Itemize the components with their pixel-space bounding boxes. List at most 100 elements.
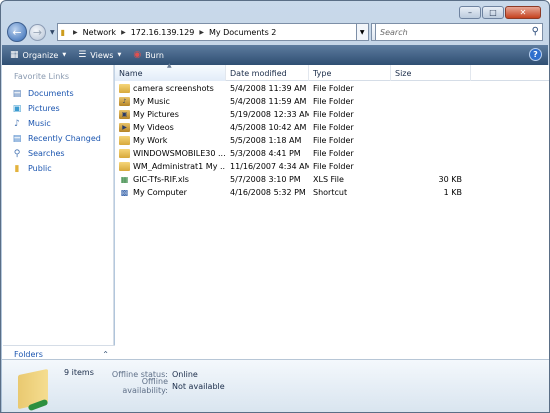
breadcrumb-host[interactable]: 172.16.139.129 [131,28,195,37]
address-dropdown-icon[interactable]: ▼ [356,23,369,41]
file-name-cell: camera screenshots [115,84,226,93]
file-type: File Folder [313,136,354,145]
column-header-date-modified[interactable]: Date modified [226,65,309,81]
file-row[interactable]: WINDOWSMOBILE30 ... 5/3/2008 4:41 PM Fil… [115,147,549,160]
file-date: 5/19/2008 12:33 AM [230,110,309,119]
forward-arrow-icon: → [32,25,43,39]
file-row[interactable]: WM_Administrat1 My ... 11/16/2007 4:34 A… [115,160,549,173]
large-folder-icon [18,368,52,412]
organize-icon: ▦ [10,50,19,60]
column-header-label: Date modified [230,68,287,78]
file-date: 5/7/2008 3:10 PM [230,175,301,184]
details-properties: Offline status: Online Offline availabil… [98,368,225,396]
file-date: 5/5/2008 1:18 AM [230,136,302,145]
file-name-cell: WINDOWSMOBILE30 ... [115,149,226,158]
navigation-row: ← → ▼ ▮ ▶ Network ▶ 172.16.139.129 ▶ My … [7,21,543,43]
file-date: 11/16/2007 4:34 AM [230,162,309,171]
help-icon: ? [533,50,538,59]
column-header-type[interactable]: Type [309,65,391,81]
burn-button[interactable]: ◉ Burn [133,50,164,60]
property-value: Not available [172,381,225,391]
favorite-link-pictures[interactable]: ▣ Pictures [11,101,101,116]
file-rows: camera screenshots 5/4/2008 11:39 AM Fil… [115,82,549,199]
file-type: File Folder [313,110,354,119]
computer-shortcut-icon: ▩ [120,188,129,197]
file-date: 4/5/2008 10:42 AM [230,123,307,132]
file-name: My Videos [133,123,174,132]
address-bar[interactable]: ▮ ▶ Network ▶ 172.16.139.129 ▶ My Docume… [56,23,357,41]
favorite-link-label: Pictures [28,104,60,113]
navigation-pane: Favorite Links ▤ Documents ▣ Pictures ♪ … [2,65,115,363]
column-header-name[interactable]: ▲ Name [115,62,226,81]
recently-changed-icon: ▤ [12,133,22,144]
music-folder-icon: ♪ [119,97,130,106]
back-arrow-icon: ← [12,25,22,39]
views-icon: ☰ [78,50,87,60]
file-date: 5/3/2008 4:41 PM [230,149,301,158]
file-type: File Folder [313,123,354,132]
forward-button[interactable]: → [29,23,46,41]
breadcrumb-network[interactable]: Network [83,28,116,37]
pictures-folder-icon: ▣ [119,110,130,119]
file-row[interactable]: ▦ GIC-Tfs-RIF.xls 5/7/2008 3:10 PM XLS Fi… [115,173,549,186]
breadcrumb-current-folder[interactable]: My Documents 2 [209,28,276,37]
burn-disc-icon: ◉ [133,50,142,60]
folder-icon [119,162,130,171]
favorite-link-music[interactable]: ♪ Music [11,116,101,131]
favorite-link-label: Searches [28,149,65,158]
file-name: My Music [133,97,170,106]
favorite-link-label: Documents [28,89,74,98]
favorite-link-public[interactable]: ▮ Public [11,161,101,176]
search-box[interactable]: ⚲ [375,23,543,41]
history-dropdown-icon[interactable]: ▼ [50,29,55,36]
file-name: My Pictures [133,110,179,119]
chevron-down-icon: ▼ [62,52,67,58]
folder-icon [119,84,130,93]
file-row[interactable]: ♪ My Music 5/4/2008 11:59 AM File Folder [115,95,549,108]
column-header-size[interactable]: Size [391,65,471,81]
file-name-cell: ▣ My Pictures [115,110,226,119]
sort-ascending-icon: ▲ [167,62,172,69]
file-row[interactable]: camera screenshots 5/4/2008 11:39 AM Fil… [115,82,549,95]
search-input[interactable] [380,27,520,37]
minimize-button[interactable]: – [459,6,481,19]
views-button[interactable]: ☰ Views ▼ [78,50,121,60]
item-count: 9 items [64,368,94,377]
favorite-link-searches[interactable]: ⚲ Searches [11,146,101,161]
favorite-links-heading: Favorite Links [14,72,70,81]
file-row[interactable]: ▣ My Pictures 5/19/2008 12:33 AM File Fol… [115,108,549,121]
file-name-cell: ▦ GIC-Tfs-RIF.xls [115,175,226,184]
organize-label: Organize [22,50,59,60]
organize-button[interactable]: ▦ Organize ▼ [10,50,66,60]
maximize-button[interactable]: □ [482,6,504,19]
file-type: File Folder [313,149,354,158]
file-type: XLS File [313,175,344,184]
file-name: GIC-Tfs-RIF.xls [133,175,189,184]
file-row[interactable]: ▩ My Computer 4/16/2008 5:32 PM Shortcut … [115,186,549,199]
spreadsheet-file-icon: ▦ [120,175,129,184]
back-button[interactable]: ← [7,22,27,42]
file-row[interactable]: ▶ My Videos 4/5/2008 10:42 AM File Folder [115,121,549,134]
breadcrumb-separator-icon[interactable]: ▶ [199,29,204,36]
file-row[interactable]: My Work 5/5/2008 1:18 AM File Folder [115,134,549,147]
views-label: Views [90,50,114,60]
breadcrumb-separator-icon[interactable]: ▶ [73,29,78,36]
column-header-label: Name [119,68,143,78]
pictures-icon: ▣ [12,103,22,114]
help-button[interactable]: ? [529,48,542,61]
burn-label: Burn [145,50,164,60]
file-date: 5/4/2008 11:59 AM [230,97,307,106]
offline-availability-row: Offline availability: Not available [98,377,225,395]
documents-icon: ▤ [12,88,22,99]
search-icon[interactable]: ⚲ [532,26,539,37]
favorite-link-recently-changed[interactable]: ▤ Recently Changed [11,131,101,146]
favorite-link-label: Public [28,164,52,173]
favorite-link-documents[interactable]: ▤ Documents [11,86,101,101]
file-name-cell: ♪ My Music [115,97,226,106]
breadcrumb-separator-icon[interactable]: ▶ [121,29,126,36]
property-value: Online [172,369,198,379]
close-button[interactable]: ✕ [505,6,541,19]
file-name: WM_Administrat1 My ... [133,162,226,171]
file-type: Shortcut [313,188,348,197]
file-name-cell: WM_Administrat1 My ... [115,162,226,171]
